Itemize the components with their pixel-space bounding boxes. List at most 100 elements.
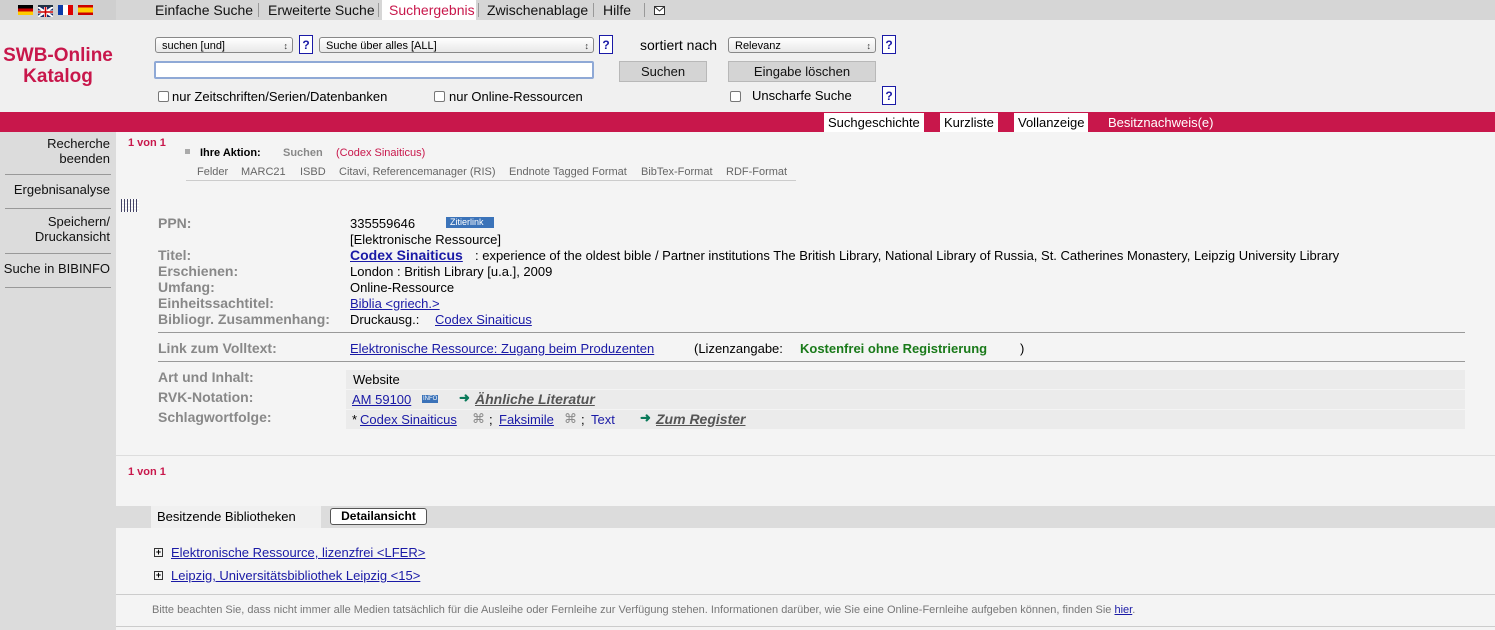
format-rdf[interactable]: RDF-Format bbox=[726, 166, 787, 178]
volltext-label: Link zum Volltext: bbox=[158, 340, 277, 356]
language-flags bbox=[0, 0, 116, 20]
tab-kurzliste[interactable]: Kurzliste bbox=[940, 113, 998, 132]
format-isbd[interactable]: ISBD bbox=[300, 166, 326, 178]
logo-line2: Katalog bbox=[23, 66, 93, 87]
holding-item-lfer[interactable]: Elektronische Ressource, lizenzfrei <LFE… bbox=[171, 545, 425, 560]
schlagwort-faksimile-link[interactable]: Faksimile bbox=[499, 412, 554, 427]
envelope-icon[interactable] bbox=[654, 3, 665, 18]
fuzzy-checkbox[interactable] bbox=[730, 91, 741, 102]
art-row-bg bbox=[346, 370, 1465, 389]
info-icon[interactable]: INFO bbox=[422, 395, 439, 403]
titel-rest: : experience of the oldest bible / Partn… bbox=[475, 248, 1340, 263]
sort-select[interactable]: Relevanz ↕ bbox=[728, 37, 876, 53]
nav-suchergebnis[interactable]: Suchergebnis bbox=[389, 2, 475, 18]
format-felder[interactable]: Felder bbox=[197, 166, 228, 178]
tab-besitznachweise[interactable]: Besitznachweis(e) bbox=[1104, 113, 1220, 132]
ppn-label: PPN: bbox=[158, 215, 192, 231]
ppn-value: 335559646 bbox=[350, 216, 416, 231]
logo[interactable]: SWB-Online Katalog bbox=[0, 20, 116, 112]
clear-button[interactable]: Eingabe löschen bbox=[728, 61, 876, 82]
divider bbox=[158, 332, 1465, 333]
titel-label: Titel: bbox=[158, 247, 192, 263]
format-marc21[interactable]: MARC21 bbox=[241, 166, 286, 178]
sidebar-divider bbox=[5, 253, 111, 254]
updown-arrow-icon: ↕ bbox=[283, 41, 289, 51]
detailansicht-button[interactable]: Detailansicht bbox=[330, 508, 427, 525]
nav-separator bbox=[644, 3, 645, 17]
clipboard-icon[interactable] bbox=[121, 199, 139, 212]
lizenz-suffix: ) bbox=[1020, 341, 1025, 356]
schlag-label: Schlagwortfolge: bbox=[158, 409, 272, 425]
command-icon[interactable]: ⌘ bbox=[472, 411, 485, 427]
fr-flag-icon[interactable] bbox=[58, 5, 73, 15]
aehnliche-literatur-link[interactable]: Ähnliche Literatur bbox=[475, 391, 595, 407]
nav-zwischenablage[interactable]: Zwischenablage bbox=[487, 2, 588, 18]
format-ris[interactable]: Citavi, Referencemanager (RIS) bbox=[339, 166, 496, 178]
sort-select-value: Relevanz bbox=[735, 40, 781, 52]
rvk-link[interactable]: AM 59100 bbox=[352, 392, 411, 407]
de-flag-icon[interactable] bbox=[18, 5, 33, 15]
updown-arrow-icon: ↕ bbox=[866, 41, 872, 51]
operator-select[interactable]: suchen [und] ↕ bbox=[155, 37, 293, 53]
umfang-value: Online-Ressource bbox=[350, 280, 455, 295]
zitierlink-button[interactable]: Zitierlink bbox=[446, 217, 494, 228]
einheit-link[interactable]: Biblia <griech.> bbox=[350, 296, 440, 311]
schlag-star: * bbox=[352, 412, 358, 427]
gb-flag-icon[interactable] bbox=[37, 5, 54, 18]
schlagwort-text[interactable]: Text bbox=[591, 412, 615, 427]
holding-item-leipzig[interactable]: Leipzig, Universitätsbibliothek Leipzig … bbox=[171, 568, 420, 583]
updown-arrow-icon: ↕ bbox=[584, 41, 590, 51]
footer-text: Bitte beachten Sie, dass nicht immer all… bbox=[152, 604, 1135, 616]
format-bibtex[interactable]: BibTex-Format bbox=[641, 166, 713, 178]
arrow-right-icon: ➜ bbox=[640, 410, 651, 425]
sidebar bbox=[0, 132, 116, 630]
schlag-separator: ; bbox=[489, 412, 493, 427]
journals-checkbox[interactable] bbox=[158, 91, 169, 102]
help-icon[interactable]: ? bbox=[882, 35, 896, 54]
action-label: Ihre Aktion: bbox=[200, 147, 261, 159]
ressource-type: [Elektronische Ressource] bbox=[350, 232, 502, 247]
nav-hilfe[interactable]: Hilfe bbox=[603, 2, 631, 18]
expand-plus-icon[interactable]: + bbox=[154, 548, 163, 557]
nav-separator bbox=[593, 3, 594, 17]
command-icon[interactable]: ⌘ bbox=[564, 411, 577, 427]
erschienen-label: Erschienen: bbox=[158, 263, 239, 279]
sidebar-item-bibinfo[interactable]: Suche in BIBINFO bbox=[0, 261, 110, 276]
footer-hier-link[interactable]: hier bbox=[1114, 604, 1132, 616]
art-value: Website bbox=[353, 372, 400, 387]
zum-register-link[interactable]: Zum Register bbox=[656, 411, 745, 427]
einheit-label: Einheitssachtitel: bbox=[158, 295, 274, 311]
action-type: Suchen bbox=[283, 147, 323, 159]
sidebar-item-ergebnisanalyse[interactable]: Ergebnisanalyse bbox=[10, 182, 110, 197]
online-checkbox[interactable] bbox=[434, 91, 445, 102]
tab-bar bbox=[0, 112, 1495, 132]
help-icon[interactable]: ? bbox=[299, 35, 313, 54]
help-icon[interactable]: ? bbox=[882, 86, 896, 105]
schlagwort-codex-link[interactable]: Codex Sinaiticus bbox=[360, 412, 457, 427]
footer-divider bbox=[116, 594, 1495, 595]
nav-einfache-suche[interactable]: Einfache Suche bbox=[155, 2, 253, 18]
field-select[interactable]: Suche über alles [ALL] ↕ bbox=[319, 37, 594, 53]
online-checkbox-label: nur Online-Ressourcen bbox=[449, 89, 583, 104]
sidebar-item-recherche-beenden[interactable]: Recherche beenden bbox=[10, 136, 110, 166]
format-endnote[interactable]: Endnote Tagged Format bbox=[509, 166, 627, 178]
bottom-divider bbox=[116, 626, 1495, 627]
search-input[interactable] bbox=[154, 61, 594, 79]
sidebar-divider bbox=[5, 287, 111, 288]
search-button[interactable]: Suchen bbox=[619, 61, 707, 82]
zusammenhang-link[interactable]: Codex Sinaiticus bbox=[435, 312, 532, 327]
erschienen-value: London : British Library [u.a.], 2009 bbox=[350, 264, 553, 279]
divider bbox=[116, 455, 1495, 456]
bullet-icon bbox=[185, 149, 190, 154]
expand-plus-icon[interactable]: + bbox=[154, 571, 163, 580]
nav-separator bbox=[478, 3, 479, 17]
titel-link[interactable]: Codex Sinaiticus bbox=[350, 247, 463, 263]
result-counter-bottom: 1 von 1 bbox=[128, 466, 166, 478]
es-flag-icon[interactable] bbox=[78, 5, 93, 15]
help-icon[interactable]: ? bbox=[599, 35, 613, 54]
nav-erweiterte-suche[interactable]: Erweiterte Suche bbox=[268, 2, 375, 18]
tab-suchgeschichte[interactable]: Suchgeschichte bbox=[824, 113, 924, 132]
sidebar-item-speichern[interactable]: Speichern/ Druckansicht bbox=[10, 214, 110, 244]
volltext-link[interactable]: Elektronische Ressource: Zugang beim Pro… bbox=[350, 341, 654, 356]
tab-vollanzeige[interactable]: Vollanzeige bbox=[1014, 113, 1088, 132]
